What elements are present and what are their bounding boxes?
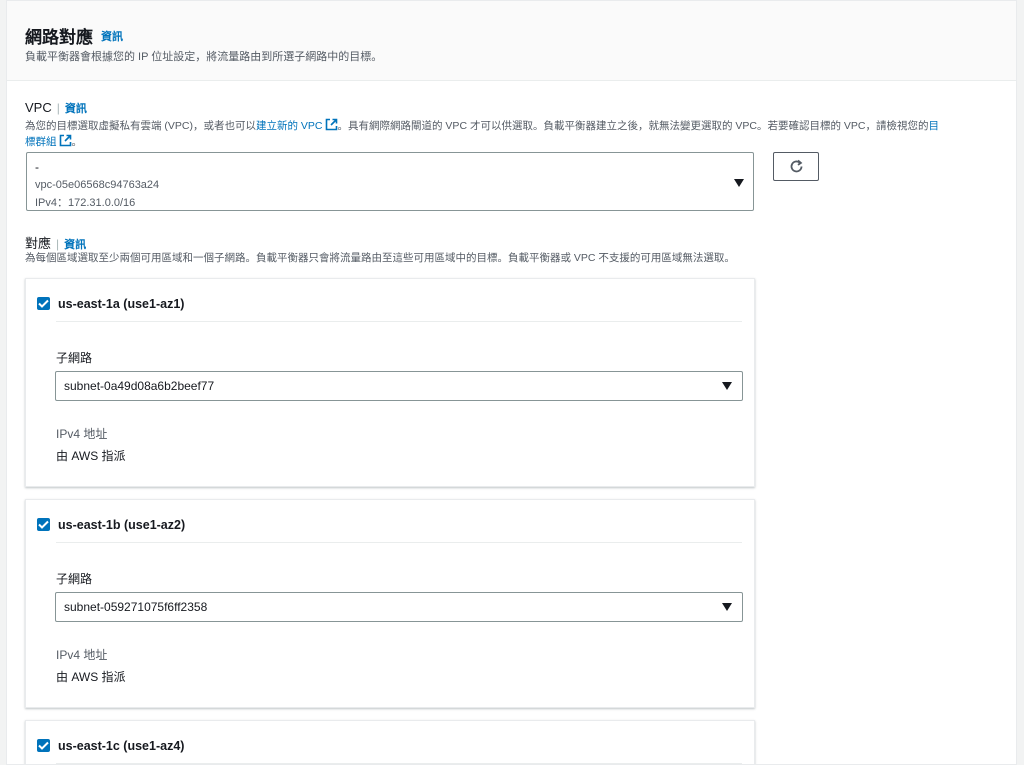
vpc-selected-cidr: IPv4：172.31.0.0/16 (35, 197, 136, 209)
ipv4-address-label: IPv4 地址 (56, 648, 108, 662)
section-subtitle: 負載平衡器會根據您的 IP 位址設定，將流量路由到所選子網路中的目標。 (25, 51, 383, 63)
az-name: us-east-1a (use1-az1) (58, 297, 185, 311)
external-link-icon (59, 134, 71, 147)
ipv4-address-label: IPv4 地址 (56, 427, 108, 441)
vpc-description: 為您的目標選取虛擬私有雲端 (VPC)，或者也可以建立新的 VPC 。具有網際網路… (25, 118, 1000, 150)
az-checkbox-us-east-1c[interactable] (37, 739, 50, 752)
az-name: us-east-1b (use1-az2) (58, 518, 186, 532)
caret-down-icon (734, 179, 744, 187)
vpc-desc-text-2: 。具有網際網路閘道的 VPC 才可以供選取。負載平衡器建立之後，就無法變更選取的… (337, 120, 929, 132)
checkmark-icon (38, 299, 49, 308)
vpc-desc-end: 。 (71, 136, 83, 148)
refresh-vpc-button[interactable] (773, 152, 819, 181)
subnet-label: 子網路 (56, 351, 93, 365)
section-info-link[interactable]: 資訊 (101, 28, 123, 44)
az-checkbox-us-east-1b[interactable] (37, 518, 50, 531)
section-title: 網路對應 (25, 28, 93, 47)
caret-down-icon (722, 603, 732, 611)
network-mapping-panel: 網路對應 資訊 負載平衡器會根據您的 IP 位址設定，將流量路由到所選子網路中的… (6, 0, 1017, 765)
subnet-value: subnet-0a49d08a6b2beef77 (64, 379, 215, 393)
label-separator: | (56, 237, 60, 251)
mappings-description: 為每個區域選取至少兩個可用區域和一個子網路。負載平衡器只會將流量路由至這些可用區… (25, 252, 735, 264)
checkmark-icon (38, 520, 49, 529)
vpc-desc-text-1: 為您的目標選取虛擬私有雲端 (VPC)，或者也可以 (25, 120, 256, 132)
az-card-us-east-1c: us-east-1c (use1-az4) (25, 720, 755, 764)
create-vpc-link[interactable]: 建立新的 VPC (256, 118, 338, 132)
vpc-info-link[interactable]: 資訊 (65, 103, 87, 115)
vpc-selected-id: vpc-05e06568c94763a24 (35, 179, 160, 191)
create-vpc-link-label: 建立新的 VPC (256, 120, 323, 132)
subnet-label: 子網路 (56, 572, 93, 586)
refresh-icon (790, 159, 803, 173)
subnet-select-us-east-1a[interactable]: subnet-0a49d08a6b2beef77 (55, 371, 743, 401)
caret-down-icon (722, 382, 732, 390)
checkmark-icon (38, 741, 49, 750)
az-divider (56, 321, 742, 322)
subnet-value: subnet-059271075f6ff2358 (64, 600, 208, 614)
az-divider (56, 763, 742, 764)
az-card-us-east-1a: us-east-1a (use1-az1) 子網路 subnet-0a49d08… (25, 278, 755, 487)
ipv4-address-value: 由 AWS 指派 (56, 670, 126, 684)
az-name: us-east-1c (use1-az4) (58, 739, 185, 753)
panel-header: 網路對應 資訊 負載平衡器會根據您的 IP 位址設定，將流量路由到所選子網路中的… (7, 1, 1016, 81)
vpc-label-row: VPC | 資訊 (25, 100, 87, 116)
vpc-selected-name: - (35, 160, 39, 174)
target-group-link-label: 標群組 (25, 136, 57, 148)
az-checkbox-us-east-1a[interactable] (37, 297, 50, 310)
label-separator: | (56, 101, 60, 115)
external-link-icon (325, 118, 337, 131)
az-card-us-east-1b: us-east-1b (use1-az2) 子網路 subnet-0592710… (25, 499, 755, 708)
vpc-select[interactable]: - vpc-05e06568c94763a24 IPv4：172.31.0.0/… (26, 152, 754, 211)
ipv4-address-value: 由 AWS 指派 (56, 449, 126, 463)
subnet-select-us-east-1b[interactable]: subnet-059271075f6ff2358 (55, 592, 743, 622)
vpc-label: VPC (25, 100, 52, 115)
az-divider (56, 542, 742, 543)
mappings-label: 對應 (25, 236, 52, 251)
target-group-link-start[interactable]: 目 (928, 120, 939, 132)
target-group-link[interactable]: 標群組 (25, 134, 72, 148)
